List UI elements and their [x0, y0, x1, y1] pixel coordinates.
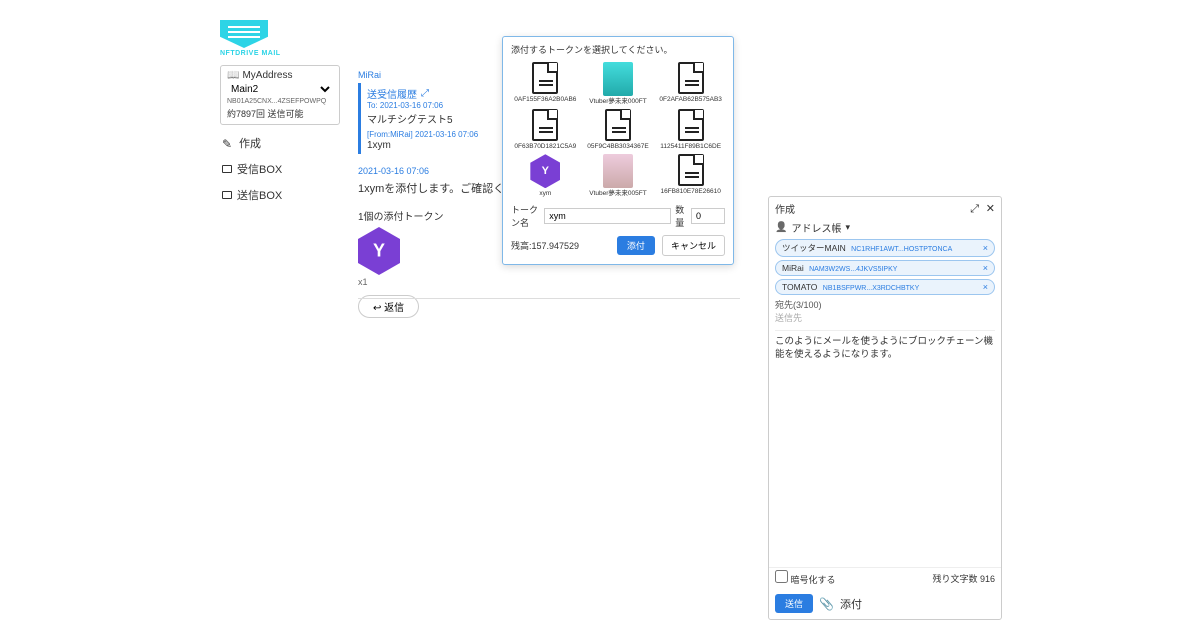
chip-address: NC1RHF1AWT...HOSTPTONCA [851, 246, 952, 253]
qty-label: 数量 [675, 203, 687, 229]
token-cell[interactable]: 05F9C4BB3034367E [584, 109, 653, 150]
modal-footer: 残高:157.947529 添付 キャンセル [511, 235, 725, 256]
document-icon [532, 109, 558, 141]
chevron-down-icon[interactable]: ▾ [845, 222, 850, 233]
token-name: 1125411F89B1C6DE [660, 143, 721, 150]
chars-remaining: 残り文字数 916 [932, 572, 995, 585]
token-name: 0AF155F36A2B0AB6 [514, 96, 576, 103]
recipient-placeholder[interactable]: 送信先 [769, 311, 1001, 328]
expand-icon[interactable]: ⤢ [970, 203, 979, 215]
wallet-address: NB01A25CNX...4ZSEFPOWPQ [227, 98, 333, 105]
recipient-chip[interactable]: ツイッターMAIN NC1RHF1AWT...HOSTPTONCA × [775, 239, 995, 257]
nav-compose-label: 作成 [239, 135, 261, 151]
token-thumbnail [603, 62, 633, 96]
token-name: 0F2AFAB62B575AB3 [659, 96, 722, 103]
token-cell[interactable]: 1125411F89B1C6DE [656, 109, 725, 150]
token-name-row: トークン名 数量 [511, 203, 725, 229]
compose-options: 暗号化する 残り文字数 916 [769, 567, 1001, 588]
token-cell[interactable]: 0AF155F36A2B0AB6 [511, 62, 580, 105]
chip-address: NAM3W2WS...4JKVS5IPKY [809, 266, 897, 273]
token-name: Vtuber夢未来005FT [589, 190, 646, 197]
document-icon [678, 62, 704, 94]
send-button[interactable]: 送信 [775, 594, 813, 613]
attached-token-qty: x1 [358, 277, 738, 287]
person-icon [775, 222, 787, 233]
token-name: 05F9C4BB3034367E [587, 143, 648, 150]
nav-outbox-label: 送信BOX [237, 187, 282, 203]
compose-title: 作成 [775, 201, 795, 216]
myaddress-panel: MyAddress Main2 NB01A25CNX...4ZSEFPOWPQ … [220, 65, 340, 125]
nav-compose[interactable]: 作成 [222, 135, 338, 151]
token-thumbnail [603, 154, 633, 188]
divider [358, 298, 740, 299]
document-icon [678, 154, 704, 186]
myaddress-label: MyAddress [227, 70, 333, 81]
encrypt-checkbox[interactable] [775, 570, 788, 583]
token-name-input[interactable] [544, 208, 671, 224]
attach-label[interactable]: 添付 [840, 596, 862, 612]
cancel-button[interactable]: キャンセル [662, 235, 725, 256]
chip-label: MiRai [782, 263, 804, 273]
chip-label: TOMATO [782, 282, 817, 292]
recipient-chips: ツイッターMAIN NC1RHF1AWT...HOSTPTONCA×MiRai … [769, 239, 1001, 295]
token-cell[interactable]: Vtuber夢未来000FT [584, 62, 653, 105]
token-hex-icon [530, 154, 560, 188]
recipient-chip[interactable]: TOMATO NB1BSFPWR...X3RDCHBTKY × [775, 279, 995, 295]
attach-button[interactable]: 添付 [617, 236, 655, 255]
addressbook-row[interactable]: アドレス帳 ▾ [769, 220, 1001, 239]
document-icon [532, 62, 558, 94]
encrypt-option[interactable]: 暗号化する [775, 570, 836, 586]
wallet-select[interactable]: Main2 [227, 83, 333, 96]
chip-address: NB1BSFPWR...X3RDCHBTKY [823, 285, 919, 292]
qty-input[interactable] [691, 208, 725, 224]
pen-icon [222, 137, 234, 149]
token-cell[interactable]: 0F63B70D1821C5A9 [511, 109, 580, 150]
token-cell[interactable]: 0F2AFAB62B575AB3 [656, 62, 725, 105]
chip-remove-icon[interactable]: × [983, 263, 988, 273]
compose-body[interactable]: このようにメールを使うようにブロックチェーン機能を使えるようになります。 [775, 330, 995, 565]
close-icon[interactable]: ✕ [986, 203, 995, 215]
document-icon [605, 109, 631, 141]
token-cell[interactable]: xym [511, 154, 580, 197]
compose-header: 作成 ⤢ ✕ [769, 197, 1001, 220]
token-name-label: トークン名 [511, 203, 540, 229]
attached-token-icon[interactable] [358, 227, 400, 275]
sidebar: NFTDRIVE MAIL MyAddress Main2 NB01A25CNX… [220, 20, 340, 213]
token-name: Vtuber夢未来000FT [589, 98, 646, 105]
balance: 残高:157.947529 [511, 239, 579, 252]
nav-inbox-label: 受信BOX [237, 161, 282, 177]
nav-inbox[interactable]: 受信BOX [222, 161, 338, 177]
token-select-modal: 添付するトークンを選択してください。 0AF155F36A2B0AB6 Vtube… [502, 36, 734, 265]
send-remaining: 約7897回 送信可能 [227, 107, 333, 120]
app-logo-text: NFTDRIVE MAIL [220, 50, 340, 57]
recipient-chip[interactable]: MiRai NAM3W2WS...4JKVS5IPKY × [775, 260, 995, 276]
paperclip-icon[interactable]: 📎 [819, 597, 834, 611]
token-grid: 0AF155F36A2B0AB6 Vtuber夢未来000FT 0F2AFAB62B… [511, 62, 725, 197]
inbox-icon [222, 165, 232, 173]
chip-label: ツイッターMAIN [782, 243, 846, 253]
book-icon [227, 70, 239, 81]
expand-icon[interactable]: ⤢ [421, 88, 429, 99]
app-logo-icon [220, 20, 268, 48]
chip-remove-icon[interactable]: × [983, 243, 988, 253]
token-cell[interactable]: 16FB810E78E26610 [656, 154, 725, 197]
token-cell[interactable]: Vtuber夢未来005FT [584, 154, 653, 197]
compose-panel: 作成 ⤢ ✕ アドレス帳 ▾ ツイッターMAIN NC1RHF1AWT...HO… [768, 196, 1002, 620]
modal-title: 添付するトークンを選択してください。 [511, 43, 725, 56]
addressbook-label: アドレス帳 [791, 220, 841, 235]
token-name: 0F63B70D1821C5A9 [514, 143, 576, 150]
document-icon [678, 109, 704, 141]
chip-remove-icon[interactable]: × [983, 282, 988, 292]
token-name: 16FB810E78E26610 [660, 188, 720, 195]
myaddress-text: MyAddress [242, 70, 292, 81]
outbox-icon [222, 191, 232, 199]
compose-actions: 送信 📎 添付 [769, 588, 1001, 619]
token-name: xym [539, 190, 551, 197]
recipient-count: 宛先(3/100) [769, 295, 1001, 311]
nav-outbox[interactable]: 送信BOX [222, 187, 338, 203]
